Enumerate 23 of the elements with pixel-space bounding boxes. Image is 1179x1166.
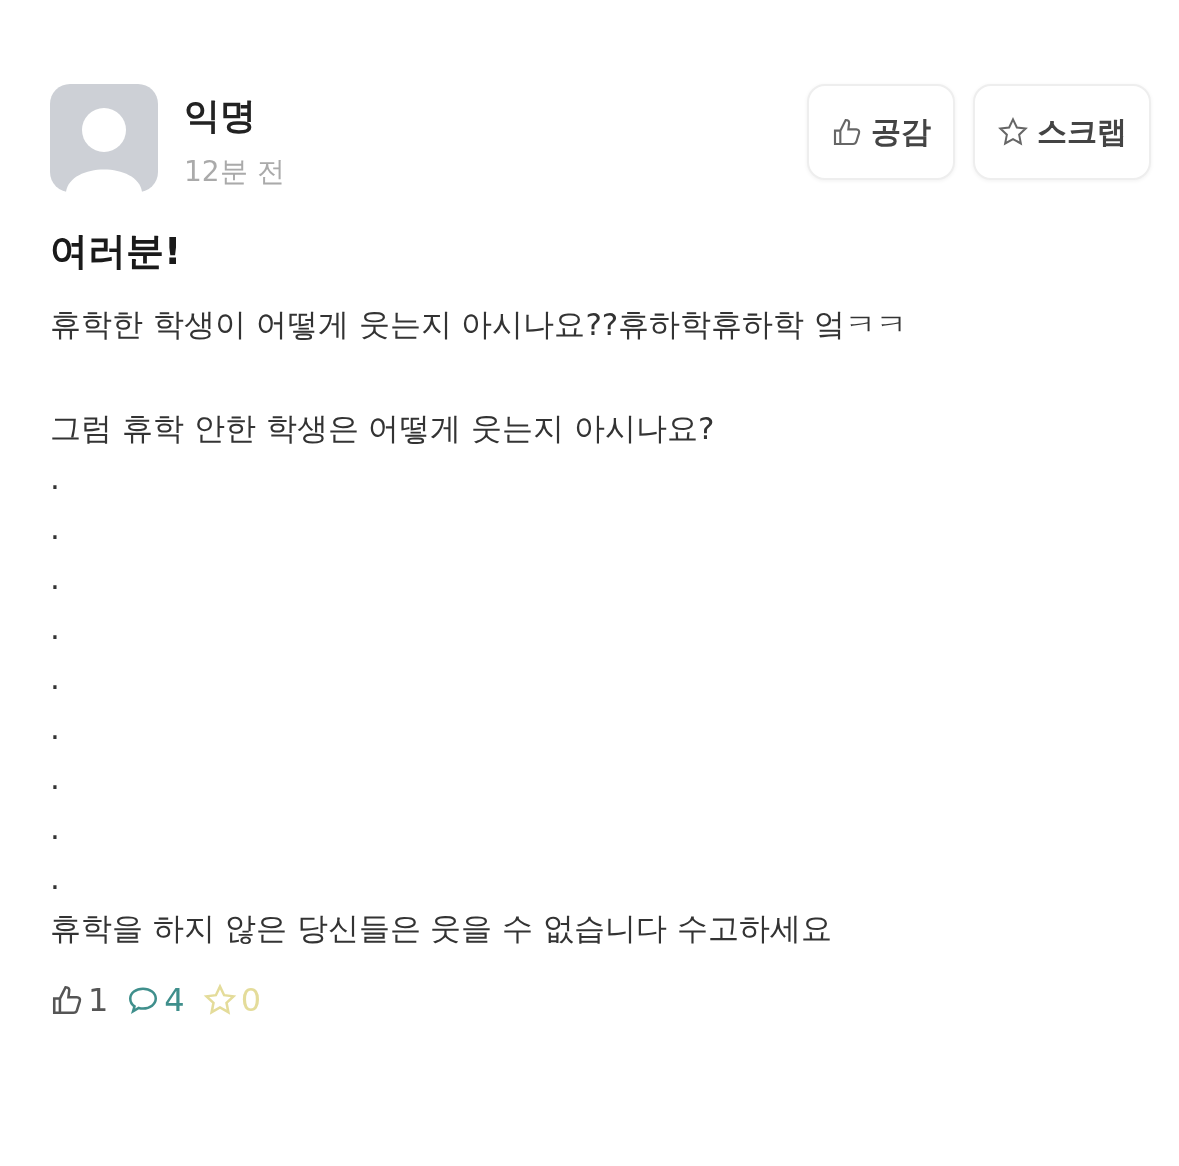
dot-line: .	[50, 509, 61, 548]
dot-line: .	[50, 459, 61, 498]
stat-count: 4	[164, 981, 185, 1019]
post-title: 여러분!	[50, 228, 183, 275]
avatar-icon	[50, 84, 158, 192]
star-icon	[997, 116, 1029, 148]
dot-line: .	[50, 559, 61, 598]
dot-line: .	[50, 809, 61, 848]
author-name: 익명	[184, 94, 257, 138]
stat-count: 0	[240, 981, 262, 1019]
dot-line: .	[50, 709, 61, 748]
post-paragraph: 휴학을 하지 않은 당신들은 웃을 수 없습니다 수고하세요	[50, 909, 833, 948]
stat-count: 1	[88, 981, 109, 1019]
like-button[interactable]: 공감	[807, 84, 955, 180]
dot-line: .	[50, 759, 61, 798]
post-paragraph: 그럼 휴학 안한 학생은 어떻게 웃는지 아시나요?	[50, 409, 716, 448]
dot-line: .	[50, 609, 61, 648]
scrap-button[interactable]: 스크랩	[973, 84, 1151, 180]
dot-line: .	[50, 659, 61, 698]
thumbs-up-icon	[831, 116, 863, 148]
post-paragraph: 휴학한 학생이 어떻게 웃는지 아시나요??휴하학휴하학 엌ㅋㅋ	[50, 305, 909, 344]
dot-line: .	[50, 859, 61, 898]
post-time: 12분 전	[184, 154, 285, 190]
